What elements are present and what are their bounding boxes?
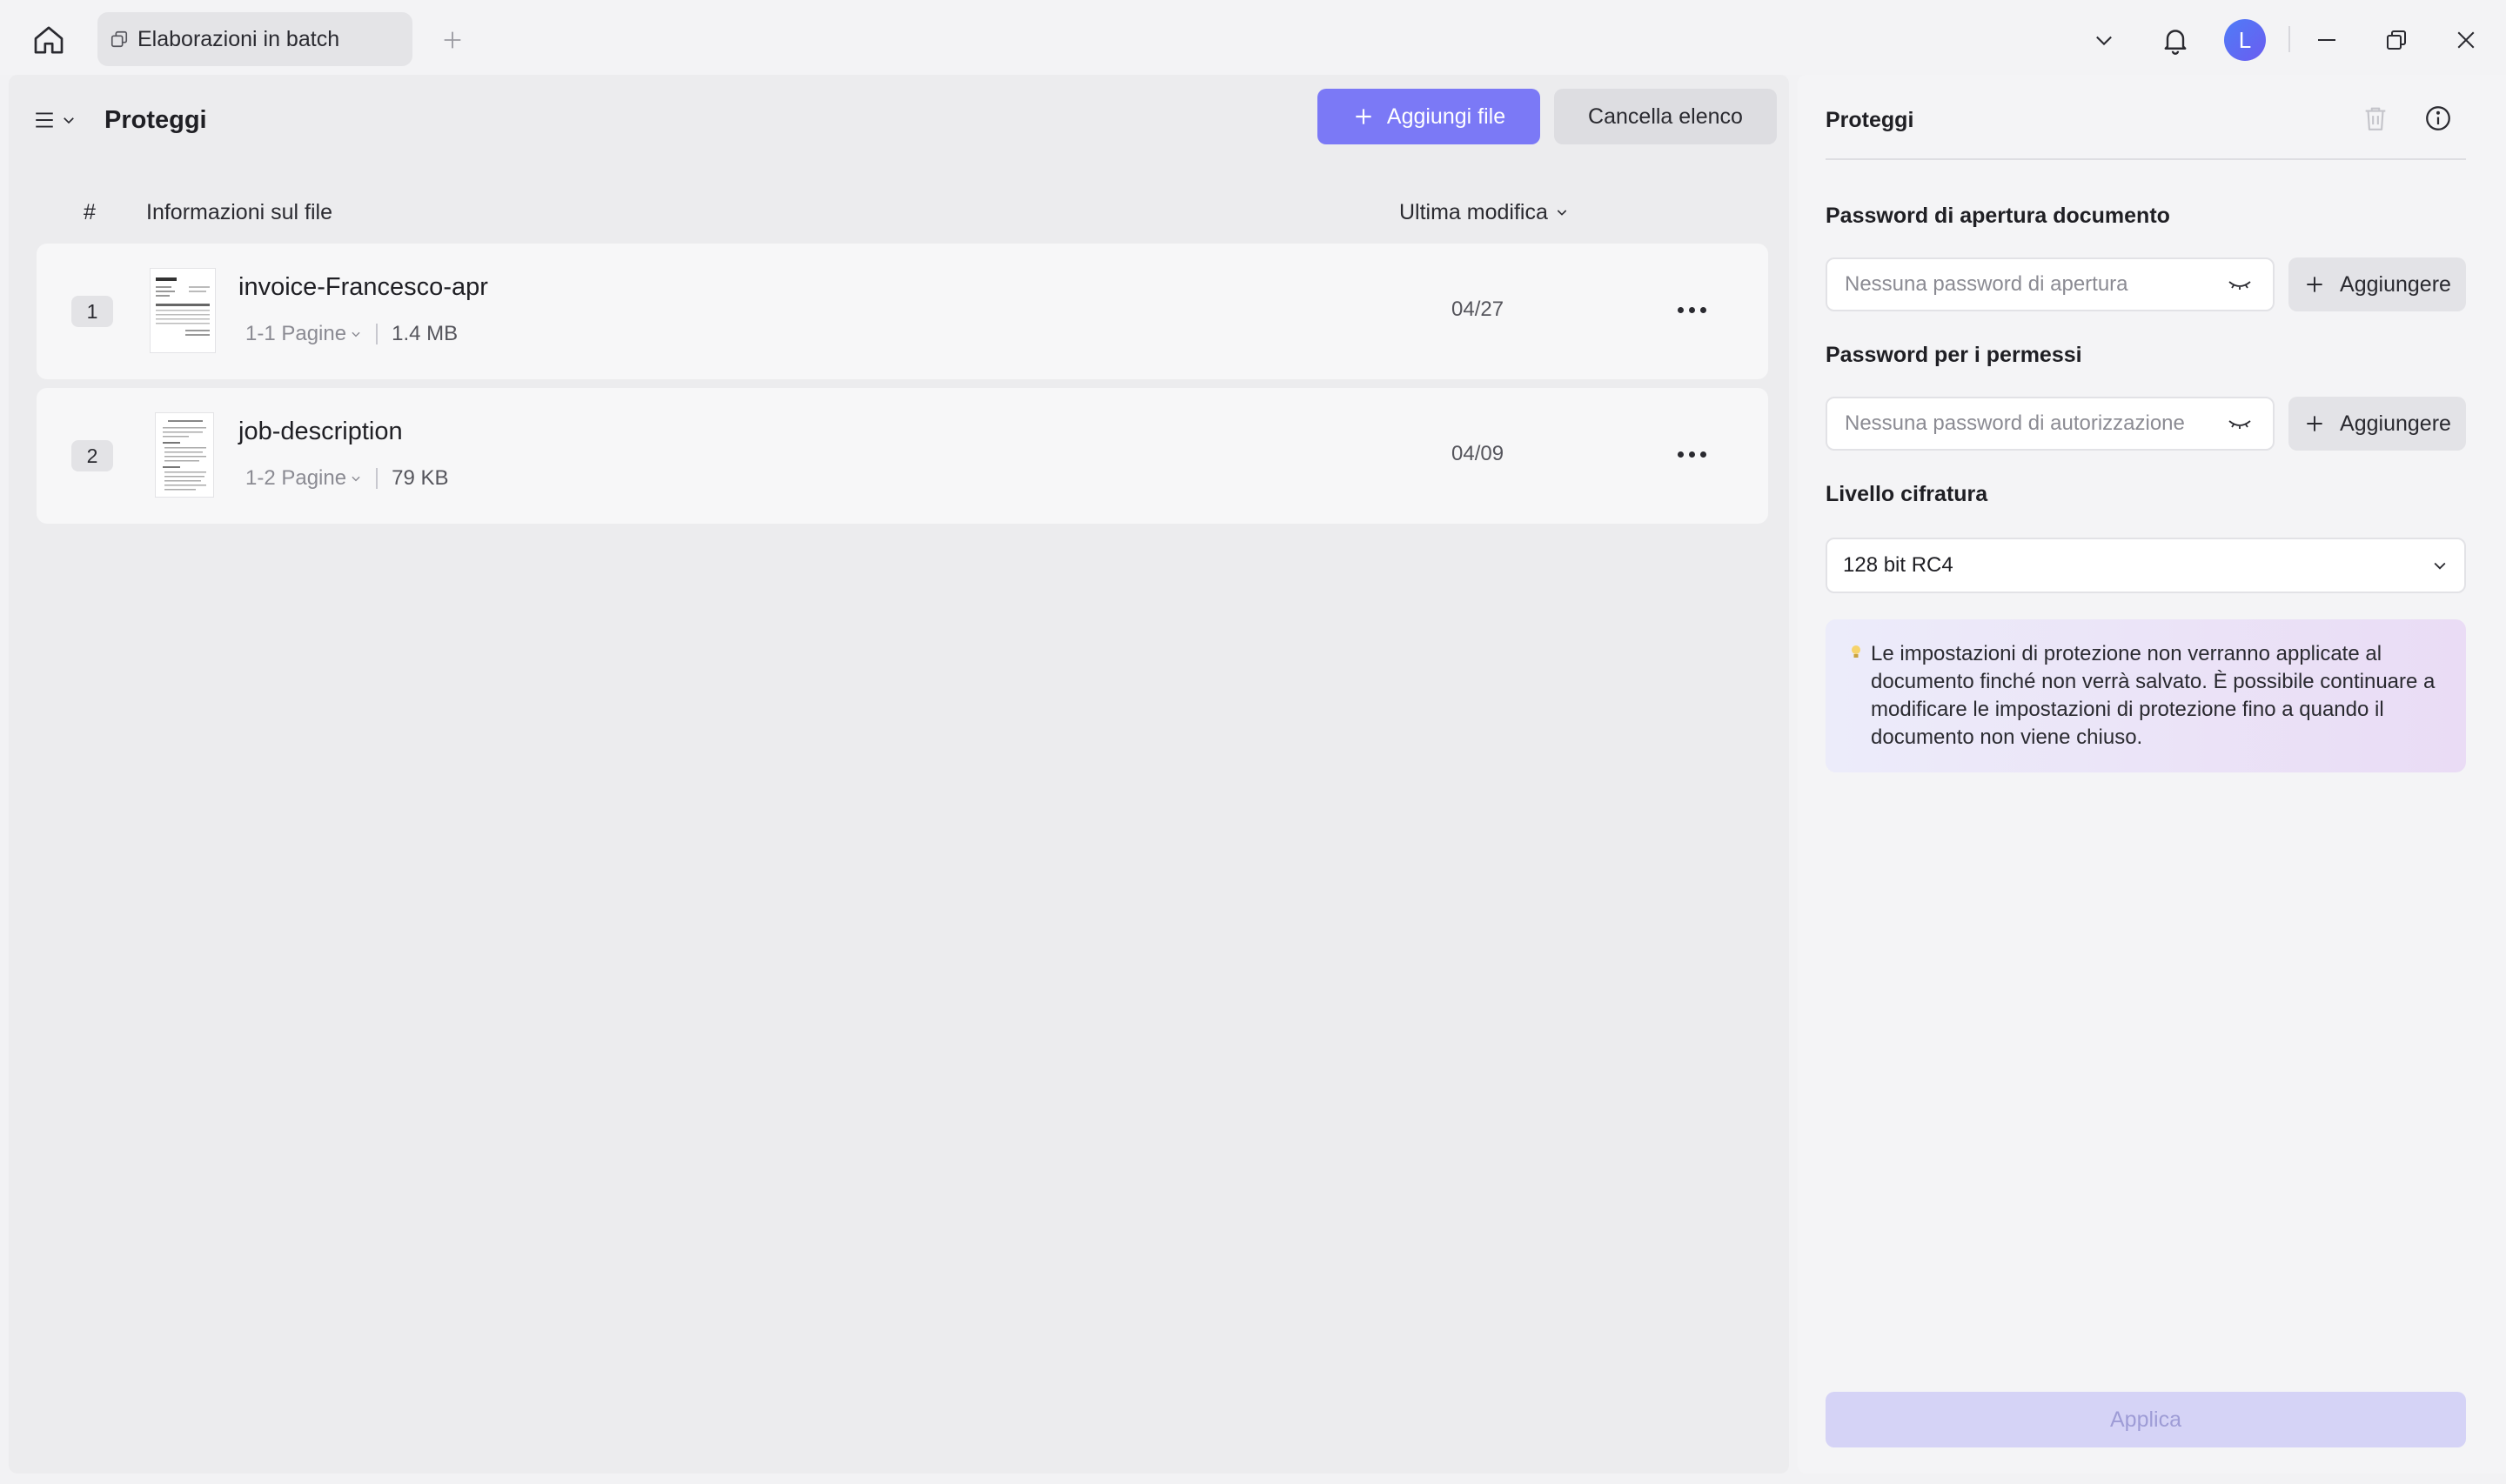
- eye-closed-icon: [2228, 420, 2251, 429]
- protection-notice: Le impostazioni di protezione non verran…: [1826, 619, 2466, 772]
- chevron-down-icon: [2096, 36, 2112, 46]
- meta-divider: [376, 468, 379, 489]
- more-options-button[interactable]: [1667, 437, 1716, 471]
- permissions-password-field[interactable]: [1826, 397, 2275, 451]
- minimize-icon: [2318, 39, 2335, 41]
- add-permissions-password-button[interactable]: Aggiungere: [2288, 397, 2466, 451]
- open-password-label: Password di apertura documento: [1826, 204, 2170, 228]
- minimize-button[interactable]: [2306, 19, 2348, 61]
- more-options-button[interactable]: [1667, 292, 1716, 327]
- titlebar-divider: [2288, 26, 2290, 52]
- bell-icon: [2164, 30, 2187, 55]
- trash-icon: [2365, 107, 2386, 130]
- file-date: 04/09: [1451, 442, 1504, 465]
- permissions-password-label: Password per i permessi: [1826, 343, 2082, 367]
- encryption-level-label: Livello cifratura: [1826, 482, 1988, 506]
- dot: [1688, 306, 1695, 313]
- lightbulb-icon: [1850, 640, 1862, 772]
- open-password-field[interactable]: [1826, 257, 2275, 311]
- plus-icon: [2307, 277, 2322, 292]
- dot: [1699, 306, 1706, 313]
- toggle-visibility-button[interactable]: [2224, 271, 2255, 297]
- tab-label: Elaborazioni in batch: [137, 26, 340, 51]
- file-row[interactable]: 1 invoice-Francesco-apr 1-1 Pagine 1.4 M…: [37, 244, 1768, 379]
- page-range-label: 1-1 Pagine: [245, 322, 347, 345]
- page-range-dropdown[interactable]: 1-1 Pagine: [245, 320, 362, 348]
- page-title: Proteggi: [104, 106, 207, 134]
- add-open-password-label: Aggiungere: [2340, 271, 2451, 297]
- chevron-down-icon: [352, 476, 360, 482]
- protect-panel: Proteggi Password di apertura documento …: [1798, 75, 2506, 1474]
- tab-batch[interactable]: Elaborazioni in batch: [97, 12, 412, 66]
- file-name: invoice-Francesco-apr: [238, 273, 488, 301]
- file-size: 1.4 MB: [392, 322, 459, 345]
- info-icon: [2426, 106, 2450, 130]
- page-range-dropdown[interactable]: 1-2 Pagine: [245, 465, 362, 492]
- file-size: 79 KB: [392, 466, 449, 490]
- delete-button: [2355, 97, 2396, 139]
- menu-button[interactable]: [33, 101, 87, 139]
- file-thumbnail: [155, 412, 214, 498]
- meta-divider: [376, 324, 379, 344]
- dot: [1677, 451, 1684, 458]
- add-files-button[interactable]: Aggiungi file: [1317, 89, 1540, 144]
- add-open-password-button[interactable]: Aggiungere: [2288, 257, 2466, 311]
- document-preview-icon: [156, 277, 210, 336]
- panel-title: Proteggi: [1826, 108, 1914, 132]
- column-last-modified-label: Ultima modifica: [1399, 200, 1548, 224]
- row-number: 2: [71, 440, 113, 471]
- file-name: job-description: [238, 418, 403, 445]
- avatar[interactable]: L: [2224, 19, 2266, 61]
- encryption-level-select[interactable]: 128 bit RC4: [1826, 538, 2466, 593]
- batch-icon: [111, 30, 128, 48]
- restore-button[interactable]: [2375, 19, 2417, 61]
- encryption-level-value: 128 bit RC4: [1843, 553, 1953, 577]
- title-bar: Elaborazioni in batch L: [0, 0, 2506, 75]
- plus-icon: [444, 31, 461, 49]
- page-range-label: 1-2 Pagine: [245, 466, 347, 490]
- open-password-input[interactable]: [1845, 272, 2224, 297]
- apply-button[interactable]: Applica: [1826, 1392, 2466, 1447]
- column-file-info: Informazioni sul file: [146, 200, 332, 224]
- chevron-down-icon: [64, 117, 74, 124]
- column-last-modified[interactable]: Ultima modifica: [1399, 195, 1569, 230]
- plus-icon: [2307, 416, 2322, 431]
- chevron-down-icon: [2434, 562, 2446, 570]
- new-tab-button[interactable]: [432, 19, 473, 61]
- permissions-password-input[interactable]: [1845, 411, 2224, 436]
- home-button[interactable]: [26, 19, 71, 61]
- dot: [1677, 306, 1684, 313]
- eye-closed-icon: [2228, 281, 2251, 290]
- dot: [1699, 451, 1706, 458]
- tabs-dropdown-button[interactable]: [2083, 19, 2125, 61]
- close-button[interactable]: [2445, 19, 2487, 61]
- file-meta: 1-1 Pagine 1.4 MB: [245, 320, 458, 348]
- restore-icon: [2387, 30, 2406, 50]
- file-thumbnail: [150, 268, 216, 353]
- file-date: 04/27: [1451, 297, 1504, 321]
- hamburger-icon: [36, 112, 53, 128]
- file-list-area: Proteggi Aggiungi file Cancella elenco #…: [9, 75, 1789, 1474]
- notice-text: Le impostazioni di protezione non verran…: [1871, 642, 2436, 749]
- home-icon: [34, 26, 64, 54]
- add-files-label: Aggiungi file: [1386, 104, 1506, 129]
- document-preview-icon: [163, 420, 206, 491]
- panel-divider: [1826, 158, 2466, 160]
- add-permissions-password-label: Aggiungere: [2340, 411, 2451, 436]
- toggle-visibility-button[interactable]: [2224, 411, 2255, 437]
- file-row[interactable]: 2 job-description 1-2 Pagine 79 KB 04/09: [37, 388, 1768, 524]
- chevron-down-icon: [352, 331, 360, 338]
- file-meta: 1-2 Pagine 79 KB: [245, 465, 448, 492]
- close-icon: [2457, 31, 2475, 49]
- plus-icon: [1356, 109, 1371, 124]
- dot: [1688, 451, 1695, 458]
- info-button[interactable]: [2417, 97, 2459, 139]
- column-number: #: [84, 200, 96, 224]
- chevron-down-icon: [1557, 210, 1567, 216]
- notifications-button[interactable]: [2154, 19, 2196, 61]
- clear-list-button[interactable]: Cancella elenco: [1554, 89, 1777, 144]
- row-number: 1: [71, 296, 113, 327]
